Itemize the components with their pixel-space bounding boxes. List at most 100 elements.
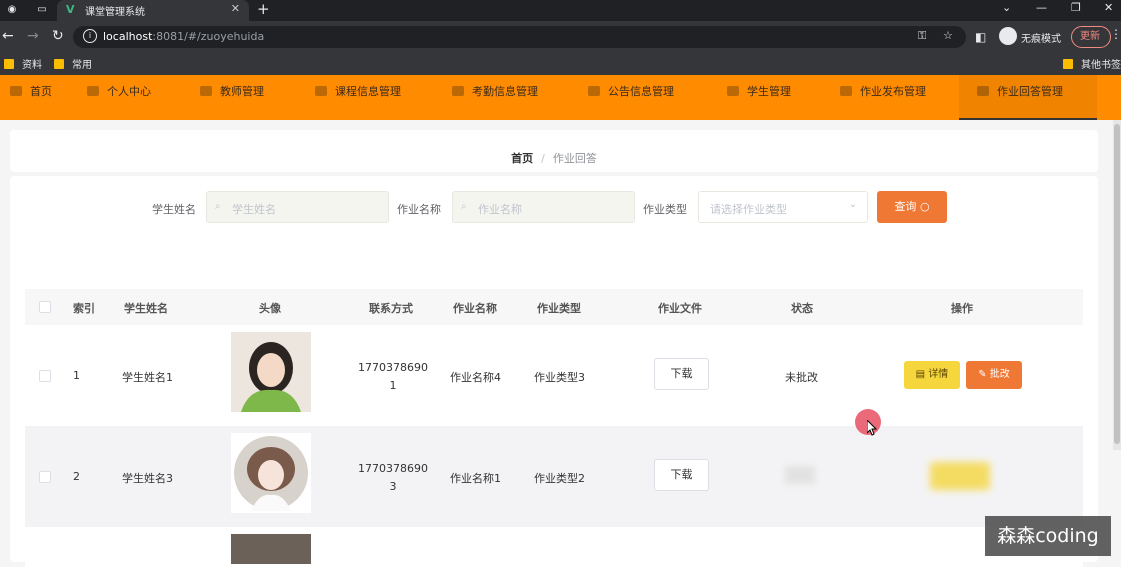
folder-icon (4, 59, 14, 69)
browser-tab-bar: ◉ ▭ V 课堂管理系统 ✕ + ⌄ — ❐ ✕ (0, 0, 1121, 21)
header-homework-type: 作业类型 (537, 302, 581, 315)
search-icon: ○ (919, 200, 930, 213)
back-icon[interactable]: ← (2, 28, 14, 44)
menu-item-teacher[interactable]: 教师管理 (200, 75, 264, 120)
menu-item-personal-center[interactable]: 个人中心 (87, 75, 151, 120)
breadcrumb-card: 首页 / 作业回答 (10, 130, 1098, 172)
cell-index: 2 (73, 470, 80, 483)
breadcrumb: 首页 / 作业回答 (10, 150, 1098, 166)
search-icon: ⌕ (461, 201, 467, 212)
vue-logo-icon: V (66, 3, 75, 16)
homework-name-input[interactable]: ⌕ 作业名称 (452, 191, 635, 223)
query-button[interactable]: 查询 ○ (877, 191, 947, 223)
chrome-menu-icon[interactable]: ◉ (4, 3, 20, 17)
search-icon: ⌕ (215, 201, 221, 212)
avatar-girl-green-image (231, 332, 311, 412)
browser-tab[interactable]: V 课堂管理系统 ✕ (57, 0, 249, 21)
folder-icon (54, 59, 64, 69)
detail-button[interactable]: ▤ 详情 (904, 361, 960, 389)
header-status: 状态 (791, 302, 813, 315)
cell-contact: 1770378690 3 (358, 462, 428, 493)
more-menu-icon[interactable]: ⋮ (1110, 27, 1121, 41)
scrollbar-thumb[interactable] (1114, 124, 1120, 444)
chevron-down-icon: ⌄ (848, 199, 857, 210)
menu-item-homework-publish[interactable]: 作业发布管理 (840, 75, 926, 120)
review-button[interactable]: ✎ 批改 (966, 361, 1022, 389)
cell-contact: 1770378690 1 (358, 361, 428, 392)
document-icon: ▤ (915, 369, 926, 380)
info-icon[interactable]: i (83, 29, 97, 43)
row-checkbox[interactable] (39, 370, 51, 382)
breadcrumb-separator: / (541, 152, 545, 165)
select-all-checkbox[interactable] (39, 301, 51, 313)
student-name-input[interactable]: ⌕ 学生姓名 (206, 191, 389, 223)
bookmark-folder-changyong[interactable]: 常用 (54, 56, 92, 71)
menu-item-notice[interactable]: 公告信息管理 (588, 75, 674, 120)
notice-icon (588, 86, 600, 96)
cell-status: 未批改 (785, 371, 818, 384)
incognito-icon (999, 27, 1017, 45)
student-avatar (231, 433, 311, 513)
attendance-icon (452, 86, 464, 96)
menu-item-student[interactable]: 学生管理 (727, 75, 791, 120)
cell-homework-name: 作业名称1 (450, 472, 501, 485)
student-name-label: 学生姓名 (152, 203, 196, 216)
download-button[interactable]: 下载 (654, 358, 709, 390)
url-text: localhost:8081/#/zuoyehuida (103, 30, 265, 43)
header-index: 索引 (73, 302, 95, 315)
download-button[interactable]: 下载 (654, 459, 709, 491)
home-icon (10, 86, 22, 96)
mouse-cursor-icon (867, 420, 877, 436)
address-bar[interactable]: i localhost:8081/#/zuoyehuida ⚿ ☆ (73, 26, 966, 48)
tab-search-icon[interactable]: ⌄ (1002, 1, 1011, 14)
breadcrumb-home[interactable]: 首页 (511, 152, 533, 165)
edit-icon: ✎ (978, 369, 987, 380)
header-homework-name: 作业名称 (453, 302, 497, 315)
tab-overview-icon[interactable]: ▭ (34, 3, 50, 17)
menu-item-course[interactable]: 课程信息管理 (315, 75, 401, 120)
menu-item-attendance[interactable]: 考勤信息管理 (452, 75, 538, 120)
forward-icon[interactable]: → (27, 28, 39, 44)
folder-icon (1063, 59, 1073, 69)
table-row (25, 527, 1083, 567)
cell-homework-type: 作业类型2 (534, 472, 585, 485)
homework-publish-icon (840, 86, 852, 96)
key-icon[interactable]: ⚿ (918, 29, 926, 43)
close-tab-icon[interactable]: ✕ (231, 2, 240, 15)
new-tab-icon[interactable]: + (257, 0, 270, 18)
page-scrollbar[interactable] (1113, 120, 1121, 450)
menu-item-home[interactable]: 首页 (10, 75, 52, 120)
header-homework-file: 作业文件 (658, 302, 702, 315)
user-icon (87, 86, 99, 96)
reload-icon[interactable]: ↻ (52, 28, 64, 44)
browser-toolbar: ← → ↻ i localhost:8081/#/zuoyehuida ⚿ ☆ … (0, 21, 1121, 53)
sidepanel-icon[interactable]: ◧ (975, 30, 986, 44)
bookmarks-bar: 资料 常用 其他书签 (0, 53, 1121, 75)
homework-type-label: 作业类型 (643, 203, 687, 216)
cell-index: 1 (73, 369, 80, 382)
tab-title: 课堂管理系统 (85, 7, 145, 18)
bookmark-star-icon[interactable]: ☆ (943, 29, 953, 42)
update-button[interactable]: 更新 (1071, 26, 1111, 48)
row-checkbox[interactable] (39, 471, 51, 483)
table-row: 1 学生姓名1 1770378690 1 作业名称4 作业类型3 下载 未批改 ▤… (25, 325, 1083, 426)
cell-student-name: 学生姓名3 (122, 472, 173, 485)
window-close-icon[interactable]: ✕ (1104, 1, 1113, 14)
menu-item-homework-answer[interactable]: 作业回答管理 (959, 75, 1097, 120)
header-contact: 联系方式 (369, 302, 413, 315)
app-top-menu: 首页 个人中心 教师管理 课程信息管理 考勤信息管理 公告信息管理 学生管理 作… (0, 75, 1121, 120)
homework-name-label: 作业名称 (397, 203, 441, 216)
incognito-label: 无痕模式 (1021, 34, 1061, 45)
teacher-icon (200, 86, 212, 96)
student-avatar (231, 534, 311, 564)
header-student-name: 学生姓名 (124, 302, 168, 315)
course-icon (315, 86, 327, 96)
cell-homework-type: 作业类型3 (534, 371, 585, 384)
detail-button[interactable] (930, 462, 990, 490)
minimize-icon[interactable]: — (1036, 1, 1047, 14)
student-avatar (231, 332, 311, 412)
bookmark-folder-ziliao[interactable]: 资料 (4, 56, 42, 71)
bookmark-folder-other[interactable]: 其他书签 (1063, 56, 1121, 71)
restore-icon[interactable]: ❐ (1071, 1, 1081, 14)
homework-type-select[interactable]: 请选择作业类型 ⌄ (698, 191, 868, 223)
